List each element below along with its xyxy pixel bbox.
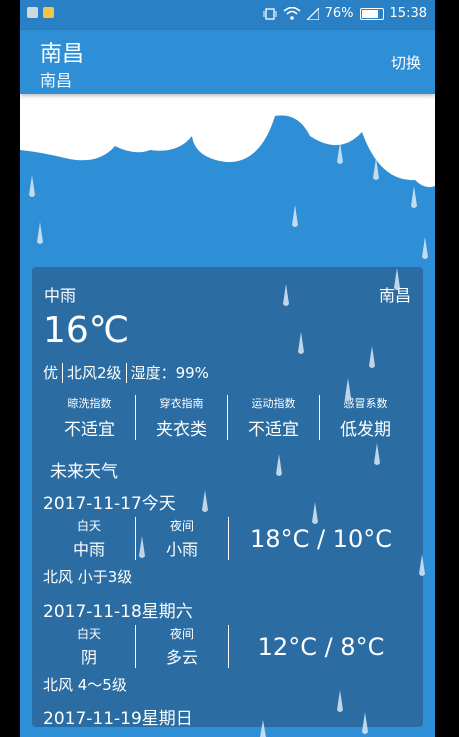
divider — [62, 362, 64, 383]
humidity: 湿度：99% — [130, 364, 209, 382]
forecast-day: 2017-11-18星期六 白天 阴 夜间 多云 12°C / 8°C 北风 4… — [43, 597, 413, 695]
night-label: 夜间 — [169, 627, 194, 641]
forecast-wind: 北风 4～5级 — [43, 676, 127, 694]
vibrate-icon — [263, 7, 277, 20]
temperature-range: 18°C / 10°C — [228, 518, 413, 559]
status-bar: 76% 15:38 — [20, 0, 435, 30]
index-label: 晾洗指数 — [67, 397, 112, 410]
current-temperature: 16℃ — [43, 310, 130, 351]
index-clothing: 穿衣指南 夹衣类 — [136, 395, 228, 440]
night-label: 夜间 — [169, 519, 194, 533]
forecast-date: 2017-11-17今天 — [43, 494, 176, 514]
city-name: 南昌 — [378, 286, 411, 305]
forecast-daytime: 白天 阴 — [43, 625, 136, 668]
index-cold: 感冒系数 低发期 — [320, 395, 411, 440]
index-value: 夹衣类 — [156, 420, 207, 440]
cloud-illustration — [20, 94, 435, 188]
index-value: 低发期 — [340, 420, 391, 440]
life-indices: 晾洗指数 不适宜 穿衣指南 夹衣类 运动指数 不适宜 感冒系数 低发期 — [44, 395, 411, 440]
clock: 15:38 — [389, 6, 427, 21]
night-weather: 多云 — [165, 648, 198, 667]
weather-card: 中雨 南昌 16℃ 优 北风2级 湿度：99% 晾洗指数 不适宜 穿衣指南 夹衣… — [32, 267, 423, 727]
night-weather: 小雨 — [165, 540, 198, 559]
page-title: 南昌 — [40, 42, 85, 67]
forecast-date: 2017-11-18星期六 — [43, 602, 193, 622]
daytime-label: 白天 — [76, 519, 101, 533]
weather-condition: 中雨 — [44, 286, 77, 305]
battery-percent: 76% — [324, 6, 354, 21]
index-laundry: 晾洗指数 不适宜 — [44, 395, 136, 440]
daytime-label: 白天 — [76, 627, 101, 641]
wind: 北风2级 — [67, 364, 122, 382]
phone-screen: 76% 15:38 南昌 南昌 切换 中雨 南昌 16℃ 优 北风2级 湿度：9… — [20, 0, 435, 737]
forecast-wind: 北风 小于3级 — [43, 568, 133, 586]
air-quality: 优 — [43, 364, 59, 382]
app-bar: 南昌 南昌 切换 — [20, 30, 435, 94]
forecast-night: 夜间 小雨 — [136, 517, 229, 560]
forecast-day: 2017-11-19星期日 — [43, 704, 413, 727]
index-label: 运动指数 — [251, 397, 296, 410]
notification-app-icon — [43, 7, 54, 18]
signal-icon — [306, 7, 319, 20]
switch-city-button[interactable]: 切换 — [391, 52, 421, 73]
index-value: 不适宜 — [248, 420, 299, 440]
forecast-daytime: 白天 中雨 — [43, 517, 136, 560]
future-weather-heading: 未来天气 — [50, 462, 118, 482]
daytime-weather: 阴 — [80, 648, 97, 667]
page-subtitle: 南昌 — [40, 71, 73, 90]
forecast-date: 2017-11-19星期日 — [43, 709, 193, 727]
index-label: 感冒系数 — [343, 397, 388, 410]
forecast-night: 夜间 多云 — [136, 625, 229, 668]
index-value: 不适宜 — [64, 420, 115, 440]
index-sport: 运动指数 不适宜 — [228, 395, 320, 440]
daytime-weather: 中雨 — [72, 540, 105, 559]
index-label: 穿衣指南 — [159, 397, 204, 410]
wifi-icon — [283, 7, 301, 20]
divider — [125, 362, 127, 383]
battery-icon — [359, 7, 384, 20]
temperature-range: 12°C / 8°C — [228, 626, 413, 667]
weather-details: 优 北风2级 湿度：99% — [43, 362, 209, 383]
notification-app-icon — [27, 7, 38, 18]
forecast-day: 2017-11-17今天 白天 中雨 夜间 小雨 18°C / 10°C 北风 … — [43, 489, 413, 587]
